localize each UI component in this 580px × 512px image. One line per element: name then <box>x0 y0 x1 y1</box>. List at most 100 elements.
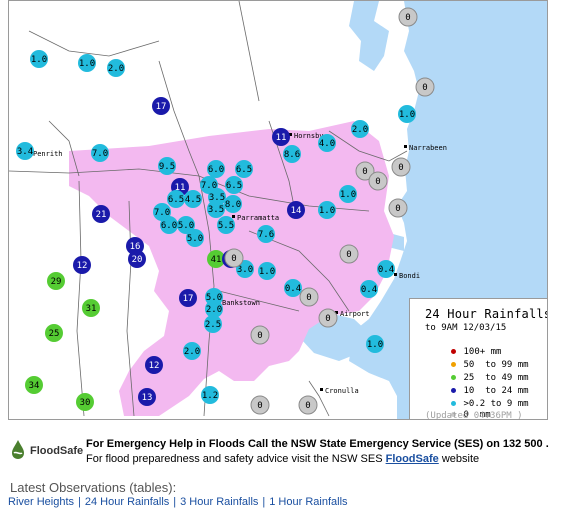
tab-separator: | <box>173 496 177 508</box>
station-marker[interactable]: 13 <box>138 388 156 406</box>
station-value: 6.5 <box>168 195 184 205</box>
floodsafe-link[interactable]: FloodSafe <box>386 453 439 465</box>
station-marker[interactable]: 0 <box>368 171 388 191</box>
station-marker[interactable]: 9.5 <box>158 157 176 175</box>
station-value: 2.0 <box>108 64 124 74</box>
legend-row-10: 10 to 24 mm <box>418 376 529 396</box>
station-value: 11 <box>276 133 287 143</box>
station-marker[interactable]: 4.5 <box>184 190 202 208</box>
station-value: 12 <box>77 261 88 271</box>
legend-title: 24 Hour Rainfalls <box>425 307 548 321</box>
station-marker[interactable]: 0 <box>398 7 418 27</box>
station-marker[interactable]: 4.0 <box>318 134 336 152</box>
station-marker[interactable]: 7.0 <box>91 144 109 162</box>
station-marker[interactable]: 17 <box>179 289 197 307</box>
legend-row-25: 25 to 49 mm <box>418 363 529 383</box>
station-marker[interactable]: 1.0 <box>78 54 96 72</box>
station-value: 30 <box>80 398 91 408</box>
station-value: 6.5 <box>236 165 252 175</box>
station-marker[interactable]: 14 <box>287 201 305 219</box>
station-marker[interactable]: 30 <box>76 393 94 411</box>
station-marker[interactable]: 29 <box>47 272 65 290</box>
floodsafe-logo[interactable]: FloodSafe <box>8 438 83 460</box>
station-value: 5.5 <box>218 221 234 231</box>
station-marker[interactable]: 2.0 <box>183 342 201 360</box>
station-value: 0 <box>422 83 427 93</box>
station-marker[interactable]: 1.0 <box>398 105 416 123</box>
station-marker[interactable]: 0.4 <box>284 279 302 297</box>
station-value: 5.0 <box>178 221 194 231</box>
station-marker[interactable]: 6.5 <box>167 190 185 208</box>
station-marker[interactable]: 6.5 <box>235 160 253 178</box>
station-marker[interactable]: 21 <box>92 205 110 223</box>
rainfall-map[interactable]: Penrith Hornsby Narrabeen Parramatta Ban… <box>8 0 548 420</box>
observation-tabs: River Heights | 24 Hour Rainfalls | 3 Hour R… <box>8 496 348 508</box>
station-marker[interactable]: 6.0 <box>160 216 178 234</box>
station-marker[interactable]: 1.2 <box>201 386 219 404</box>
station-value: 3.5 <box>208 205 224 215</box>
station-value: 1.2 <box>202 391 218 401</box>
station-marker[interactable]: 0 <box>415 77 435 97</box>
station-value: 14 <box>291 206 302 216</box>
station-marker[interactable]: 0 <box>298 395 318 415</box>
station-marker[interactable]: 0 <box>224 248 244 268</box>
station-value: 13 <box>142 393 153 403</box>
tab-river-heights[interactable]: River Heights <box>8 496 74 508</box>
station-marker[interactable]: 12 <box>145 356 163 374</box>
station-marker[interactable]: 1.0 <box>318 201 336 219</box>
station-marker[interactable]: 5.0 <box>186 229 204 247</box>
station-value: 20 <box>132 255 143 265</box>
floodsafe-logo-icon <box>12 440 24 459</box>
station-value: 21 <box>96 210 107 220</box>
station-marker[interactable]: 0.4 <box>377 260 395 278</box>
station-value: 2.5 <box>205 320 221 330</box>
station-value: 7.0 <box>92 149 108 159</box>
station-marker[interactable]: 0 <box>250 395 270 415</box>
station-value: 1.0 <box>399 110 415 120</box>
station-value: 2.0 <box>206 305 222 315</box>
tab-24-hour-rainfalls[interactable]: 24 Hour Rainfalls <box>85 496 169 508</box>
station-marker[interactable]: 0 <box>391 157 411 177</box>
station-value: 4.0 <box>319 139 335 149</box>
station-value: 1.0 <box>79 59 95 69</box>
station-marker[interactable]: 8.6 <box>283 145 301 163</box>
station-marker[interactable]: 0 <box>299 287 319 307</box>
station-marker[interactable]: 5.5 <box>217 216 235 234</box>
station-marker[interactable]: 31 <box>82 299 100 317</box>
station-marker[interactable]: 7.6 <box>257 225 275 243</box>
station-marker[interactable]: 0 <box>250 325 270 345</box>
station-marker[interactable]: 3.4 <box>16 142 34 160</box>
station-value: 41 <box>211 255 222 265</box>
station-marker[interactable]: 17 <box>152 97 170 115</box>
station-marker[interactable]: 1.0 <box>339 185 357 203</box>
station-marker[interactable]: 6.0 <box>207 160 225 178</box>
place-parramatta: Parramatta <box>237 214 279 222</box>
station-value: 1.0 <box>259 267 275 277</box>
station-marker[interactable]: 0 <box>339 244 359 264</box>
station-marker[interactable]: 3.5 <box>208 188 226 206</box>
station-value: 1.0 <box>319 206 335 216</box>
station-marker[interactable]: 34 <box>25 376 43 394</box>
station-marker[interactable]: 2.0 <box>351 120 369 138</box>
station-marker[interactable]: 12 <box>73 256 91 274</box>
place-penrith: Penrith <box>33 150 63 158</box>
station-marker[interactable]: 11 <box>272 128 290 146</box>
station-marker[interactable]: 8.0 <box>224 195 242 213</box>
station-marker[interactable]: 1.0 <box>30 50 48 68</box>
station-marker[interactable]: 2.5 <box>204 315 222 333</box>
station-marker[interactable]: 6.5 <box>225 176 243 194</box>
station-marker[interactable]: 0 <box>318 308 338 328</box>
station-value: 1.0 <box>367 340 383 350</box>
tab-3-hour-rainfalls[interactable]: 3 Hour Rainfalls <box>180 496 258 508</box>
station-value: 2.0 <box>184 347 200 357</box>
station-marker[interactable]: 20 <box>128 250 146 268</box>
station-marker[interactable]: 0 <box>388 198 408 218</box>
station-marker[interactable]: 25 <box>45 324 63 342</box>
station-marker[interactable]: 1.0 <box>258 262 276 280</box>
station-marker[interactable]: 1.0 <box>366 335 384 353</box>
station-value: 29 <box>51 277 62 287</box>
station-marker[interactable]: 2.0 <box>107 59 125 77</box>
station-value: 17 <box>183 294 194 304</box>
station-marker[interactable]: 0.4 <box>360 280 378 298</box>
tab-1-hour-rainfalls[interactable]: 1 Hour Rainfalls <box>269 496 347 508</box>
